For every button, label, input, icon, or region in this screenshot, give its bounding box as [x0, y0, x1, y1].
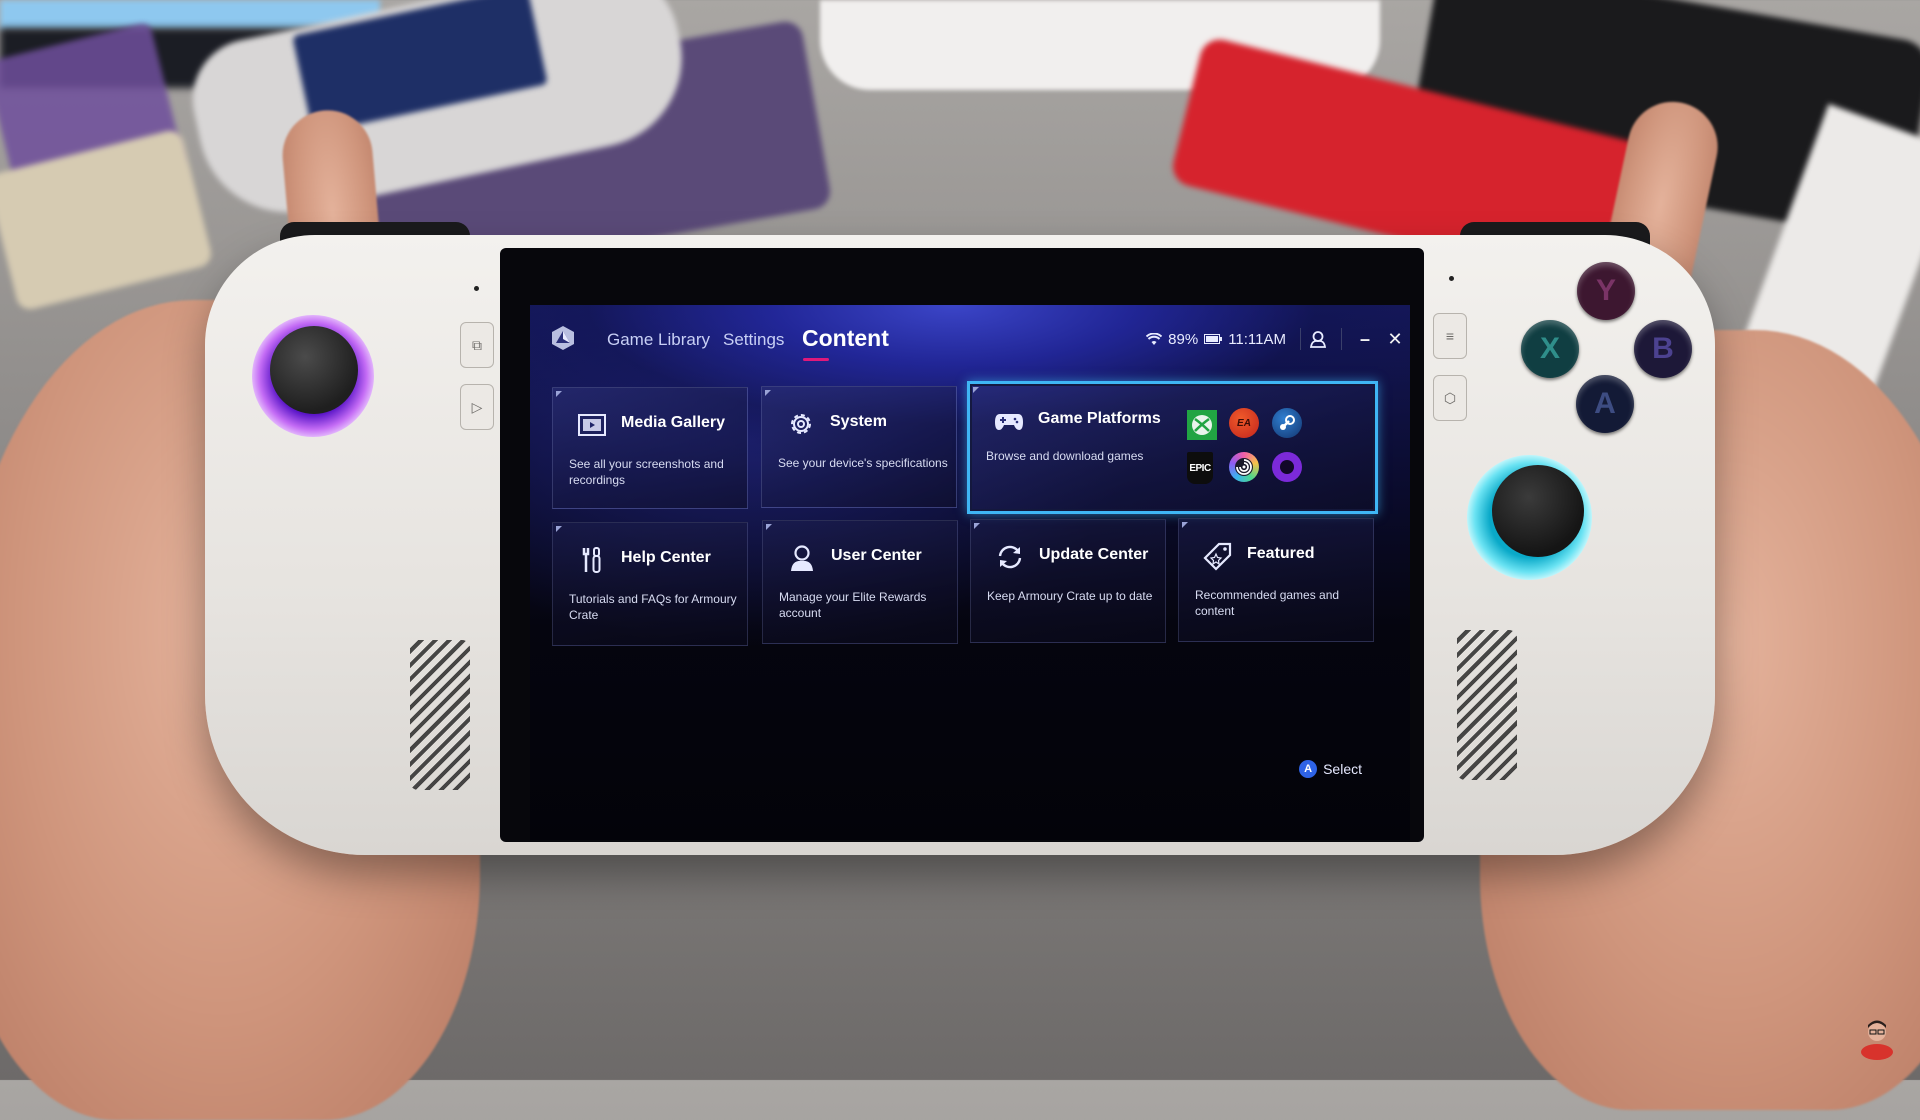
channel-avatar-watermark-icon — [1861, 1020, 1893, 1060]
select-hint: A Select — [1299, 760, 1362, 778]
card-description: Manage your Elite Rewards account — [779, 590, 927, 620]
ea-label: EA — [1237, 417, 1251, 429]
card-media-gallery[interactable]: Media Gallery See all your screenshots a… — [552, 387, 748, 509]
card-user-center[interactable]: User Center Manage your Elite Rewards ac… — [762, 520, 958, 644]
card-game-platforms[interactable]: Game Platforms Browse and download games… — [967, 381, 1378, 514]
close-button[interactable]: ✕ — [1380, 329, 1410, 350]
ea-icon[interactable]: EA — [1229, 408, 1259, 438]
ubisoft-icon[interactable] — [1229, 452, 1259, 482]
card-description: Browse and download games — [986, 449, 1144, 463]
card-description: Keep Armoury Crate up to date — [987, 589, 1153, 603]
battery-percent: 89% — [1168, 330, 1199, 348]
divider — [1300, 328, 1301, 350]
card-title: User Center — [831, 547, 922, 564]
card-title: Help Center — [621, 549, 711, 566]
armoury-crate-screen: Game Library Settings Content 89% 11:11A… — [530, 305, 1410, 840]
tools-icon — [582, 547, 601, 573]
card-title: Media Gallery — [621, 414, 726, 431]
view-button[interactable]: ⧉ — [460, 322, 494, 368]
left-speaker-vent — [410, 640, 470, 790]
battery-icon — [1204, 334, 1223, 344]
left-joystick[interactable] — [270, 326, 358, 414]
card-help-center[interactable]: Help Center Tutorials and FAQs for Armou… — [552, 522, 748, 646]
epic-label: EPIC — [1189, 462, 1211, 474]
epic-games-icon[interactable]: EPIC — [1187, 452, 1213, 484]
windows-icon: ⧉ — [472, 336, 482, 353]
status-bar: 89% 11:11AM – ✕ — [1146, 325, 1410, 353]
a-button-label: A — [1594, 387, 1616, 420]
xbox-icon[interactable] — [1187, 410, 1217, 440]
armoury-crate-logo-icon[interactable] — [550, 325, 576, 351]
y-button[interactable]: Y — [1577, 262, 1635, 320]
indicator-dot — [474, 286, 479, 291]
refresh-icon — [998, 545, 1022, 569]
tag-icon — [1203, 542, 1232, 571]
right-joystick[interactable] — [1492, 465, 1584, 557]
card-description: Recommended games and content — [1195, 588, 1340, 618]
steam-icon[interactable] — [1272, 408, 1302, 438]
tab-game-library[interactable]: Game Library — [607, 330, 710, 350]
wifi-icon — [1146, 332, 1163, 346]
divider — [1341, 328, 1342, 350]
top-bar: Game Library Settings Content 89% 11:11A… — [530, 305, 1410, 375]
card-featured[interactable]: Featured Recommended games and content — [1178, 518, 1374, 642]
card-description: Tutorials and FAQs for Armoury Crate — [569, 592, 737, 622]
gog-icon[interactable] — [1272, 452, 1302, 482]
armoury-crate-button[interactable]: ⬡ — [1433, 375, 1467, 421]
select-label: Select — [1323, 761, 1362, 777]
armoury-logo-icon: ⬡ — [1443, 389, 1457, 406]
a-button-icon: A — [1299, 760, 1318, 778]
tab-content[interactable]: Content — [802, 325, 889, 352]
clock: 11:11AM — [1228, 330, 1286, 348]
card-system[interactable]: System See your device's specifications — [761, 386, 957, 508]
gear-icon — [791, 414, 811, 434]
x-button-label: X — [1539, 332, 1560, 365]
card-description: See your device's specifications — [778, 456, 948, 470]
x-button[interactable]: X — [1521, 320, 1579, 378]
indicator-dot — [1449, 276, 1454, 281]
gamepad-icon — [995, 414, 1023, 430]
card-title: System — [830, 413, 887, 430]
user-icon[interactable] — [1309, 330, 1327, 348]
card-update-center[interactable]: Update Center Keep Armoury Crate up to d… — [970, 519, 1166, 643]
b-button[interactable]: B — [1634, 320, 1692, 378]
card-title: Game Platforms — [1038, 410, 1161, 427]
card-title: Update Center — [1039, 546, 1149, 563]
user-icon — [791, 545, 813, 571]
play-icon: ▷ — [471, 398, 483, 415]
minimize-button[interactable]: – — [1350, 329, 1380, 350]
menu-icon: ≡ — [1445, 328, 1455, 344]
active-tab-indicator — [803, 358, 829, 361]
a-button[interactable]: A — [1576, 375, 1634, 433]
command-center-button[interactable]: ▷ — [460, 384, 494, 430]
card-title: Featured — [1247, 545, 1315, 562]
right-speaker-vent — [1457, 630, 1517, 780]
media-gallery-icon — [578, 414, 606, 436]
card-description: See all your screenshots and recordings — [569, 457, 724, 487]
tab-settings[interactable]: Settings — [723, 330, 784, 350]
b-button-label: B — [1652, 332, 1674, 365]
menu-button[interactable]: ≡ — [1433, 313, 1467, 359]
y-button-label: Y — [1595, 274, 1616, 307]
